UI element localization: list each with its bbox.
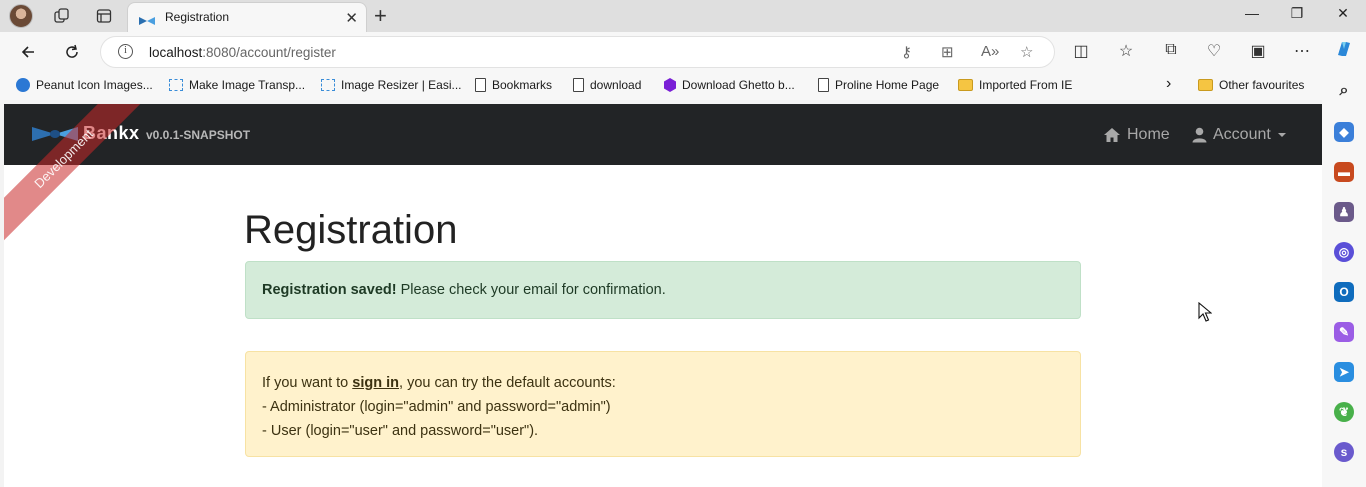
edge-sidebar: ⌕ ◆ ▬ ♟ ◎ O ✎ ➤ ❦ s <box>1322 72 1366 487</box>
collections-icon[interactable]: ⧉ <box>1160 41 1182 59</box>
info-suffix: , you can try the default accounts: <box>399 375 616 391</box>
info-line-admin: - Administrator (login="admin" and passw… <box>262 399 611 415</box>
address-url[interactable]: localhost:8080/account/register <box>149 45 336 60</box>
other-favourites-label: Other favourites <box>1219 78 1305 92</box>
profile-avatar[interactable] <box>7 4 35 28</box>
browser-toolbar: i localhost:8080/account/register ⚷ ⊞ A»… <box>0 32 1366 72</box>
document-icon <box>818 78 829 92</box>
document-icon <box>573 78 584 92</box>
minimize-button[interactable]: — <box>1229 5 1275 21</box>
refresh-icon[interactable] <box>60 40 84 64</box>
fav-item[interactable]: Make Image Transp... <box>169 78 305 92</box>
page-title: Registration <box>244 208 458 252</box>
sign-in-link[interactable]: sign in <box>352 375 399 391</box>
key-icon[interactable]: ⚷ <box>901 43 912 61</box>
info-prefix: If you want to <box>262 375 353 391</box>
info-alert: If you want to sign in, you can try the … <box>245 351 1081 457</box>
nav-home-label: Home <box>1127 126 1170 143</box>
nav-account-dropdown[interactable]: Account <box>1192 126 1287 144</box>
profile-photo-icon <box>9 4 33 28</box>
mouse-cursor-icon <box>1198 301 1213 327</box>
copilot-icon[interactable] <box>1333 39 1355 64</box>
home-icon <box>1104 128 1120 142</box>
tab-actions-icon[interactable] <box>90 4 118 28</box>
read-aloud-icon[interactable]: A» <box>981 43 999 60</box>
fav-item[interactable]: Proline Home Page <box>818 78 939 92</box>
fav-item[interactable]: Image Resizer | Easi... <box>321 78 462 92</box>
fav-label: Imported From IE <box>979 78 1073 92</box>
new-tab-button[interactable]: + <box>374 3 387 29</box>
document-icon <box>475 78 486 92</box>
favourites-bar: Peanut Icon Images... Make Image Transp.… <box>0 72 1366 100</box>
nav-home-link[interactable]: Home <box>1103 126 1170 144</box>
fav-label: Image Resizer | Easi... <box>341 78 462 92</box>
fav-item[interactable]: download <box>573 78 641 92</box>
close-window-button[interactable]: ✕ <box>1320 5 1366 22</box>
tools-briefcase-icon[interactable]: ▬ <box>1334 162 1354 182</box>
site-info-icon[interactable]: i <box>118 44 133 59</box>
page-viewport: Bankx v0.0.1-SNAPSHOT Home Account Devel… <box>4 104 1322 487</box>
fav-item[interactable]: Download Ghetto b... <box>664 78 795 92</box>
favourites-icon[interactable]: ☆ <box>1115 41 1137 61</box>
send-icon[interactable]: ➤ <box>1334 362 1354 382</box>
folder-icon <box>958 79 973 91</box>
image-icon <box>169 79 183 91</box>
fav-item[interactable]: Peanut Icon Images... <box>16 78 153 92</box>
ghetto-icon <box>664 78 676 92</box>
peanut-icon <box>16 78 30 92</box>
fav-label: Make Image Transp... <box>189 78 306 92</box>
image-icon <box>321 79 335 91</box>
fav-label: Proline Home Page <box>835 78 940 92</box>
app-available-icon[interactable]: ⊞ <box>941 43 954 61</box>
nav-account-label: Account <box>1213 126 1271 143</box>
fav-label: Peanut Icon Images... <box>36 78 153 92</box>
fav-item[interactable]: Imported From IE <box>958 78 1072 92</box>
info-line-1: If you want to sign in, you can try the … <box>262 371 1064 395</box>
tab-title: Registration <box>165 10 230 24</box>
shopping-tag-icon[interactable]: ◆ <box>1334 122 1354 142</box>
chevron-right-icon[interactable]: › <box>1166 75 1171 93</box>
spring-icon[interactable]: ❦ <box>1334 402 1354 422</box>
bankx-favicon-icon <box>139 13 155 31</box>
fav-label: Download Ghetto b... <box>682 78 795 92</box>
other-favourites[interactable]: Other favourites <box>1198 78 1304 92</box>
back-arrow-icon[interactable] <box>16 40 40 64</box>
sidebar-toggle-icon[interactable]: ▣ <box>1247 41 1269 61</box>
games-icon[interactable]: ♟ <box>1334 202 1354 222</box>
address-bar[interactable]: i localhost:8080/account/register ⚷ ⊞ A»… <box>100 36 1055 68</box>
outlook-icon[interactable]: O <box>1334 282 1354 302</box>
success-message: Please check your email for confirmation… <box>396 282 666 298</box>
url-path: :8080/account/register <box>202 45 336 60</box>
caret-down-icon <box>1277 133 1286 137</box>
skype-icon[interactable]: s <box>1334 442 1354 462</box>
fav-label: Bookmarks <box>492 78 553 92</box>
user-icon <box>1192 127 1207 143</box>
more-options-icon[interactable]: ⋯ <box>1291 41 1313 61</box>
url-host: localhost <box>149 45 203 60</box>
designer-icon[interactable]: ✎ <box>1334 322 1354 342</box>
restore-button[interactable]: ❐ <box>1274 5 1320 22</box>
folder-icon <box>1198 79 1213 91</box>
microsoft-365-icon[interactable]: ◎ <box>1334 242 1354 262</box>
fav-item[interactable]: Bookmarks <box>475 78 552 92</box>
split-screen-icon[interactable]: ◫ <box>1070 41 1092 61</box>
workspaces-icon[interactable] <box>48 4 76 28</box>
success-alert: Registration saved! Please check your em… <box>245 261 1081 319</box>
fav-label: download <box>590 78 642 92</box>
browser-tab-strip: Registration ✕ + — ❐ ✕ <box>0 0 1366 32</box>
app-navbar: Bankx v0.0.1-SNAPSHOT Home Account <box>4 104 1322 165</box>
active-tab[interactable]: Registration ✕ <box>127 2 367 32</box>
browser-essentials-icon[interactable]: ♡ <box>1203 41 1225 61</box>
tab-close-icon[interactable]: ✕ <box>345 9 358 27</box>
success-title: Registration saved! <box>262 282 397 298</box>
search-icon[interactable]: ⌕ <box>1334 81 1354 101</box>
brand-version: v0.0.1-SNAPSHOT <box>146 128 251 142</box>
favorite-star-icon[interactable]: ☆ <box>1020 43 1033 61</box>
info-line-user: - User (login="user" and password="user"… <box>262 423 539 439</box>
